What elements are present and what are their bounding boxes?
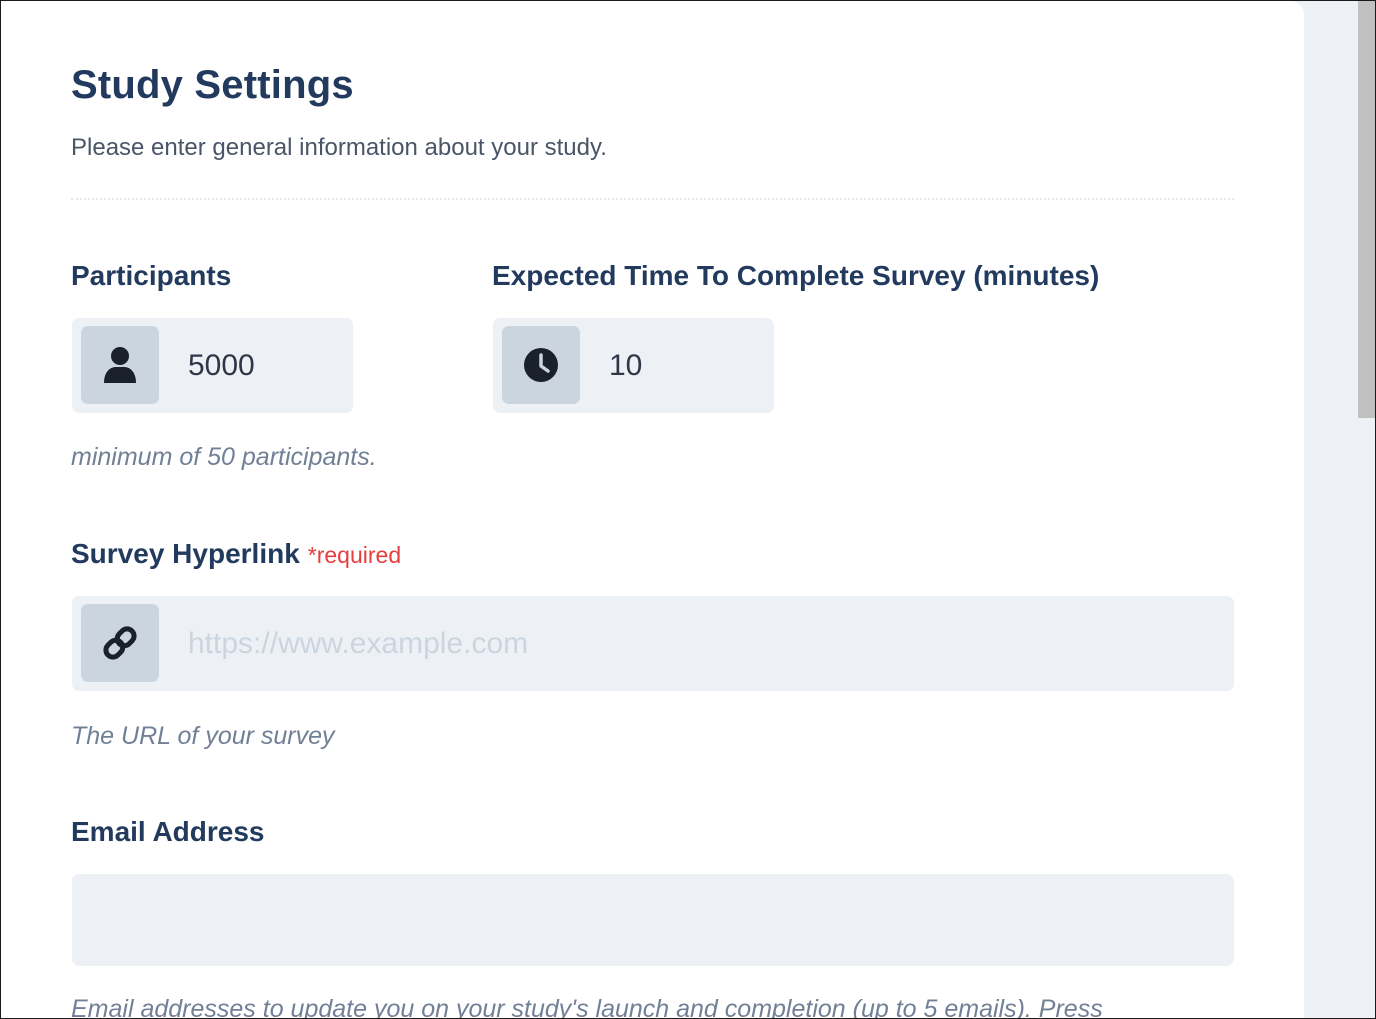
email-address-helper: Email addresses to update you on your st… <box>71 995 1103 1019</box>
email-address-input-group <box>72 874 1234 966</box>
page-title: Study Settings <box>71 63 354 107</box>
survey-hyperlink-input-group <box>72 596 1234 691</box>
participants-helper: minimum of 50 participants. <box>71 443 377 471</box>
participants-input[interactable] <box>188 318 338 413</box>
clock-icon <box>502 326 580 404</box>
page-viewport: Study Settings Please enter general info… <box>0 0 1376 1019</box>
participants-label: Participants <box>71 260 232 291</box>
expected-time-label: Expected Time To Complete Survey (minute… <box>492 260 1100 291</box>
required-indicator: *required <box>307 542 402 568</box>
email-address-input[interactable] <box>92 874 1212 966</box>
page-subtitle: Please enter general information about y… <box>71 134 607 161</box>
survey-hyperlink-label: Survey Hyperlink *required <box>71 538 401 570</box>
survey-hyperlink-input[interactable] <box>188 596 1208 691</box>
study-settings-card: Study Settings Please enter general info… <box>1 1 1304 1019</box>
section-divider <box>71 198 1234 200</box>
participants-input-group <box>72 318 353 413</box>
expected-time-input[interactable] <box>609 318 759 413</box>
scrollbar-thumb[interactable] <box>1358 1 1375 418</box>
user-icon <box>81 326 159 404</box>
survey-hyperlink-helper: The URL of your survey <box>71 722 335 750</box>
email-address-label: Email Address <box>71 816 265 847</box>
survey-hyperlink-label-text: Survey Hyperlink <box>71 538 300 569</box>
link-icon <box>81 604 159 682</box>
expected-time-input-group <box>493 318 774 413</box>
